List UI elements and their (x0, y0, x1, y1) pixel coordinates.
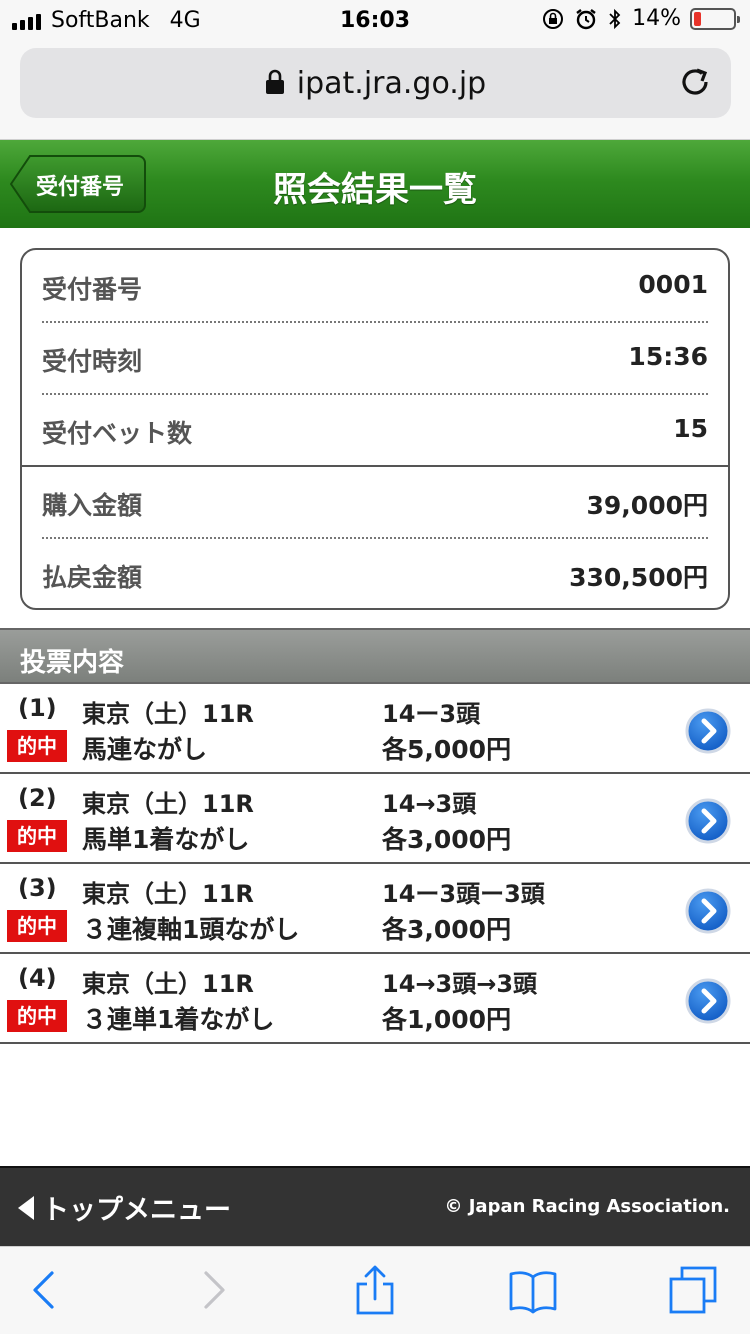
forward-arrow-icon[interactable] (188, 1265, 238, 1315)
page-footer: トップメニュー © Japan Racing Association. (0, 1166, 750, 1246)
bet-type: ３連複軸1頭ながし (82, 915, 300, 944)
copyright-text: © Japan Racing Association. (444, 1196, 730, 1217)
bet-amount: 各5,000円 (382, 735, 512, 764)
chevron-right-circle-icon[interactable] (685, 888, 731, 934)
battery-icon (690, 7, 740, 30)
bet-number: (4) (18, 964, 57, 992)
bet-row[interactable]: (3) 東京（土）11R 的中 ３連複軸1頭ながし 14ー3頭ー3頭 各3,00… (0, 864, 750, 954)
chevron-right-circle-icon[interactable] (685, 798, 731, 844)
summary-row-payout-amount: 払戻金額 330,500円 (42, 538, 708, 610)
bet-combination: 14→3頭 (382, 790, 477, 818)
hit-badge: 的中 (7, 820, 67, 852)
summary-label: 受付ベット数 (42, 419, 193, 448)
section-title: 投票内容 (20, 648, 125, 678)
summary-label: 購入金額 (42, 491, 143, 520)
top-menu-link[interactable]: トップメニュー (18, 1188, 231, 1227)
alarm-icon (576, 8, 596, 29)
url-display[interactable]: ipat.jra.go.jp (20, 66, 731, 101)
bet-amount: 各3,000円 (382, 825, 512, 854)
reload-icon[interactable] (677, 64, 713, 100)
chevron-right-circle-icon[interactable] (685, 708, 731, 754)
bet-type: 馬単1着ながし (82, 825, 250, 854)
summary-value: 330,500円 (569, 563, 708, 592)
bet-combination: 14→3頭→3頭 (382, 970, 538, 998)
bluetooth-icon (609, 8, 621, 29)
chevron-right-circle-icon[interactable] (685, 978, 731, 1024)
bet-row[interactable]: (1) 東京（土）11R 的中 馬連ながし 14ー3頭 各5,000円 (0, 684, 750, 774)
bet-type: ３連単1着ながし (82, 1005, 275, 1034)
summary-card: 受付番号 0001 受付時刻 15:36 受付ベット数 15 購入金額 39,0… (20, 248, 730, 610)
orientation-lock-icon (543, 8, 564, 29)
bet-amount: 各3,000円 (382, 915, 512, 944)
tabs-icon[interactable] (668, 1265, 718, 1315)
hit-badge: 的中 (7, 910, 67, 942)
section-header: 投票内容 (0, 628, 750, 684)
bet-number: (3) (18, 874, 57, 902)
status-bar: SoftBank 4G 16:03 14% (0, 0, 750, 40)
bet-type: 馬連ながし (82, 735, 208, 764)
summary-label: 受付時刻 (42, 347, 143, 376)
bet-race: 東京（土）11R (82, 880, 254, 908)
hit-badge: 的中 (7, 730, 67, 762)
page-header: 受付番号 照会結果一覧 (0, 140, 750, 228)
bet-amount: 各1,000円 (382, 1005, 512, 1034)
browser-address-area: ipat.jra.go.jp (0, 40, 750, 140)
bet-row[interactable]: (2) 東京（土）11R 的中 馬単1着ながし 14→3頭 各3,000円 (0, 774, 750, 864)
top-menu-label: トップメニュー (42, 1195, 231, 1226)
url-text: ipat.jra.go.jp (296, 66, 487, 101)
bet-number: (2) (18, 784, 57, 812)
lock-icon (265, 69, 284, 94)
summary-value: 15 (673, 414, 708, 443)
summary-row-bet-count: 受付ベット数 15 (42, 394, 708, 466)
hit-badge: 的中 (7, 1000, 67, 1032)
summary-value: 39,000円 (586, 491, 708, 520)
battery-percent: 14% (632, 6, 681, 31)
summary-row-purchase-amount: 購入金額 39,000円 (42, 466, 708, 538)
bet-combination: 14ー3頭ー3頭 (382, 880, 545, 908)
bet-number: (1) (18, 694, 57, 722)
bet-race: 東京（土）11R (82, 700, 254, 728)
back-arrow-icon[interactable] (20, 1265, 70, 1315)
page-title: 照会結果一覧 (273, 170, 477, 210)
summary-value: 0001 (638, 270, 708, 299)
bet-race: 東京（土）11R (82, 970, 254, 998)
summary-row-receipt-number: 受付番号 0001 (42, 250, 708, 322)
summary-row-receipt-time: 受付時刻 15:36 (42, 322, 708, 394)
status-right: 14% (541, 6, 740, 31)
summary-label: 払戻金額 (42, 563, 143, 592)
browser-toolbar (0, 1246, 750, 1334)
bet-combination: 14ー3頭 (382, 700, 481, 728)
bet-row[interactable]: (4) 東京（土）11R 的中 ３連単1着ながし 14→3頭→3頭 各1,000… (0, 954, 750, 1044)
bookmarks-icon[interactable] (508, 1265, 558, 1315)
address-bar[interactable]: ipat.jra.go.jp (20, 48, 731, 118)
summary-value: 15:36 (628, 342, 708, 371)
triangle-left-icon (18, 1195, 34, 1220)
bet-race: 東京（土）11R (82, 790, 254, 818)
share-icon[interactable] (350, 1265, 400, 1315)
summary-label: 受付番号 (42, 275, 143, 304)
